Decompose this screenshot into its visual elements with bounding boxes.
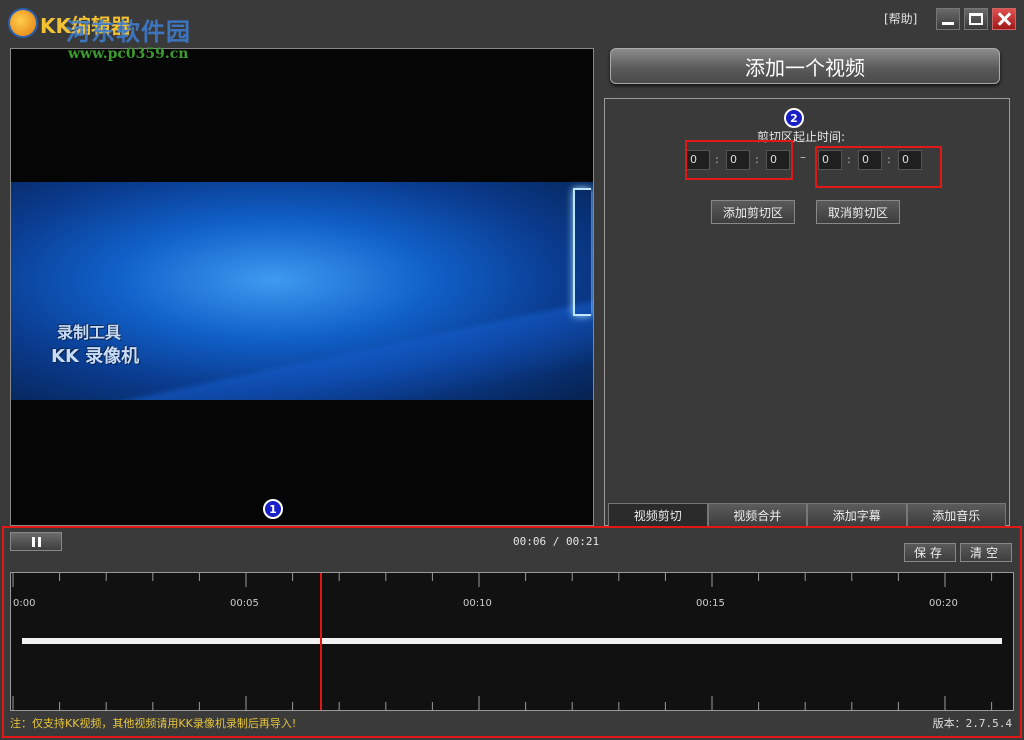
annotation-badge-1: 1 [263,499,283,519]
tab-add-subtitle[interactable]: 添加字幕 [807,503,907,526]
pause-button[interactable] [10,532,62,551]
start-time-highlight [685,140,793,180]
annotation-badge-2: 2 [784,108,804,128]
timeline-track[interactable] [22,638,1002,644]
watermark-url: www.pc0359.cn [68,46,189,62]
end-time-highlight [815,146,942,188]
panel-tabs: 视频剪切 视频合并 添加字幕 添加音乐 [608,503,1006,526]
timeline-label: 00:10 [463,598,492,609]
title-bar: KK编辑器 河东软件园 [帮助] [0,0,1024,46]
app-logo-icon [8,8,38,38]
timeline-label: 00:15 [696,598,725,609]
playhead[interactable] [319,573,322,710]
timeline-label: 0:00 [13,598,35,609]
help-link[interactable]: [帮助] [884,10,917,27]
version-label: 版本： [932,717,966,730]
range-dash: – [800,150,806,164]
watermark-title: 河东软件园 [66,18,191,46]
close-icon[interactable] [992,8,1016,30]
footer-note: 注：仅支持KK视频，其他视频请用KK录像机录制后再导入! [10,717,297,730]
cancel-clip-button[interactable]: 取消剪切区 [816,200,900,224]
minimize-icon[interactable] [936,8,960,30]
version-info: 版本：2.7.5.4 [933,715,1012,731]
video-frame: 录制工具 KK 录像机 [11,182,593,400]
timeline-label: 00:20 [929,598,958,609]
version-number: 2.7.5.4 [965,717,1012,730]
window-light-shape [573,188,591,316]
add-clip-button[interactable]: 添加剪切区 [711,200,795,224]
tab-video-cut[interactable]: 视频剪切 [608,503,708,526]
save-button[interactable]: 保存 [904,543,956,562]
preview-caption-2: KK 录像机 [51,346,140,367]
preview-caption-1: 录制工具 [57,323,122,342]
video-preview[interactable]: 录制工具 KK 录像机 [10,48,594,526]
maximize-icon[interactable] [964,8,988,30]
clear-button[interactable]: 清空 [960,543,1012,562]
tab-add-music[interactable]: 添加音乐 [906,503,1006,526]
tab-video-merge[interactable]: 视频合并 [707,503,807,526]
time-readout: 00:06 / 00:21 [513,535,600,548]
edit-panel [604,98,1010,526]
timeline-label: 00:05 [230,598,259,609]
add-video-button[interactable]: 添加一个视频 [610,48,1000,84]
